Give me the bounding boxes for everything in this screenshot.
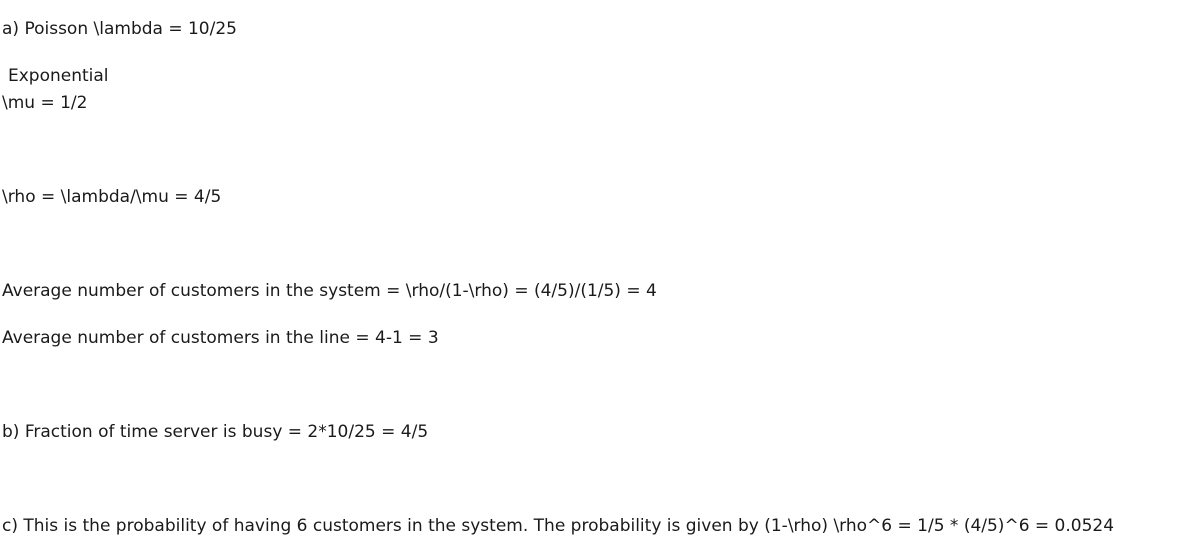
rho-line: \rho = \lambda/\mu = 4/5 (2, 187, 222, 207)
part-a-poisson-line: a) Poisson \lambda = 10/25 (2, 19, 237, 39)
avg-system-line: Average number of customers in the syste… (2, 281, 657, 301)
exponential-line: Exponential (8, 66, 109, 86)
part-b-line: b) Fraction of time server is busy = 2*1… (2, 422, 429, 442)
avg-line-line: Average number of customers in the line … (2, 328, 439, 348)
part-c-line: c) This is the probability of having 6 c… (2, 516, 1115, 536)
mu-line: \mu = 1/2 (2, 93, 88, 113)
